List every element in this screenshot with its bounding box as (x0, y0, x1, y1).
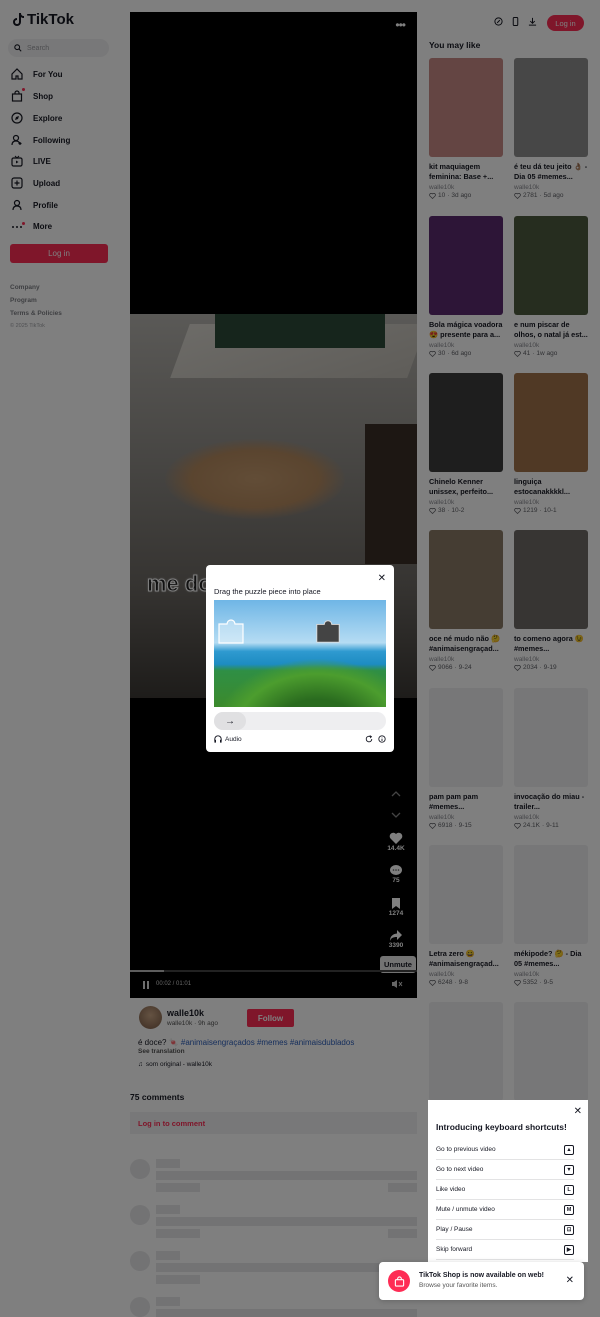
shortcut-row: Skip forward ▶ (436, 1240, 574, 1260)
shortcut-row: Go to previous video ▲ (436, 1140, 574, 1160)
captcha-image (214, 600, 386, 707)
shop-toast: TikTok Shop is now available on web! Bro… (379, 1262, 584, 1300)
captcha-slider-handle[interactable]: → (214, 712, 246, 730)
puzzle-slot-icon (316, 620, 340, 643)
puzzle-piece-icon[interactable] (216, 616, 246, 646)
captcha-slider-track[interactable]: → (214, 712, 386, 730)
captcha-audio-label: Audio (225, 735, 242, 743)
shortcut-key: ▼ (564, 1164, 574, 1175)
shortcut-row: Go to next video ▼ (436, 1160, 574, 1180)
shortcut-label: Like video (436, 1186, 466, 1193)
shortcut-key: ▲ (564, 1144, 574, 1155)
close-icon[interactable]: ✕ (566, 1275, 574, 1286)
shortcut-row: Play / Pause ⊡ (436, 1220, 574, 1240)
shortcut-label: Go to previous video (436, 1146, 496, 1153)
shortcut-label: Skip forward (436, 1246, 473, 1253)
shortcut-key: L (564, 1184, 574, 1195)
shortcut-label: Play / Pause (436, 1226, 473, 1233)
shortcuts-title: Introducing keyboard shortcuts! (436, 1122, 567, 1132)
captcha-tools (365, 735, 386, 743)
shortcut-row: Like video L (436, 1180, 574, 1200)
toast-title: TikTok Shop is now available on web! (419, 1272, 544, 1279)
shortcut-key: M (564, 1204, 574, 1215)
shortcut-row: Mute / unmute video M (436, 1200, 574, 1220)
toast-subtitle: Browse your favorite items. (419, 1282, 498, 1289)
headphones-icon (214, 735, 222, 743)
captcha-dialog: ✕ Drag the puzzle piece into place → Aud… (206, 565, 394, 752)
close-icon[interactable]: ✕ (574, 1106, 582, 1117)
refresh-icon[interactable] (365, 735, 373, 743)
captcha-title: Drag the puzzle piece into place (214, 587, 321, 596)
shortcut-label: Go to next video (436, 1166, 484, 1173)
close-icon[interactable]: ✕ (378, 573, 386, 584)
shortcut-key: ▶ (564, 1244, 574, 1255)
keyboard-shortcuts-panel: ✕ Introducing keyboard shortcuts! Go to … (428, 1100, 588, 1262)
shortcut-key: ⊡ (564, 1224, 574, 1235)
captcha-audio-button[interactable]: Audio (214, 735, 242, 743)
shopping-bag-icon (388, 1270, 410, 1292)
shortcut-label: Mute / unmute video (436, 1206, 495, 1213)
info-icon[interactable] (378, 735, 386, 743)
